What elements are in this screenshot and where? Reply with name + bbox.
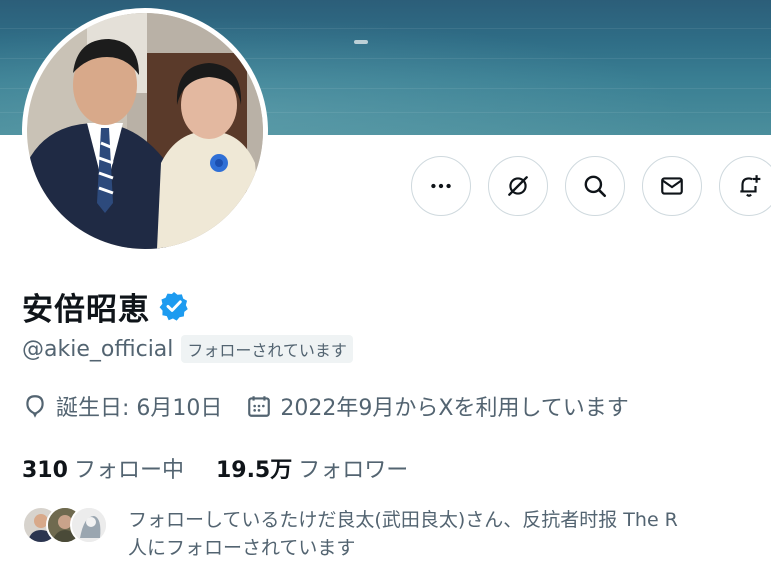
profile-handle-row: @akie_official フォローされています [22,334,353,364]
search-icon [584,175,607,198]
balloon-icon [26,395,44,418]
profile-page: 安倍昭恵 @akie_official フォローされています 誕生日: 6月10… [0,0,771,577]
notify-button[interactable] [719,156,771,216]
following-count: 310 [22,458,68,483]
avatar [70,506,108,544]
boat-in-banner [354,40,368,44]
profile-avatar[interactable] [22,8,268,254]
followers-link[interactable]: 19.5万 フォロワー [216,452,408,484]
following-link[interactable]: 310 フォロー中 [22,452,184,484]
birthday-item: 誕生日: 6月10日 [22,390,222,422]
grok-button[interactable] [488,156,548,216]
following-label: フォロー中 [73,458,184,483]
followers-you-know-text: フォローしているたけだ良太(武田良太)さん、反抗者时报 The R 人にフォロー… [128,506,771,562]
verified-badge-icon[interactable] [158,290,190,322]
profile-handle: @akie_official [22,336,174,362]
followers-you-know-avatars [22,506,112,546]
search-button[interactable] [565,156,625,216]
calendar-icon [248,396,271,417]
profile-meta: 誕生日: 6月10日 2022年9月からXを利用しています [22,388,629,424]
message-button[interactable] [642,156,702,216]
profile-stats: 310 フォロー中 19.5万 フォロワー [22,452,408,484]
joined-text: 2022年9月からXを利用しています [280,396,629,421]
birthday-text: 誕生日: 6月10日 [56,396,223,421]
joined-item: 2022年9月からXを利用しています [246,390,629,422]
more-button[interactable] [411,156,471,216]
followers-you-know-line2: 人にフォローされています [128,537,356,559]
profile-name: 安倍昭恵 [22,291,150,328]
more-icon [431,183,451,189]
grok-icon [508,176,528,196]
bell-plus-icon [740,175,761,197]
followers-count: 19.5万 [215,458,293,483]
followers-label: フォロワー [298,458,409,483]
mail-icon [661,177,683,195]
followers-you-know[interactable]: フォローしているたけだ良太(武田良太)さん、反抗者时报 The R 人にフォロー… [22,502,771,566]
followers-you-know-line1: フォローしているたけだ良太(武田良太)さん、反抗者时报 The R [128,509,678,531]
profile-name-row: 安倍昭恵 [22,284,190,328]
follows-you-badge: フォローされています [181,335,353,363]
